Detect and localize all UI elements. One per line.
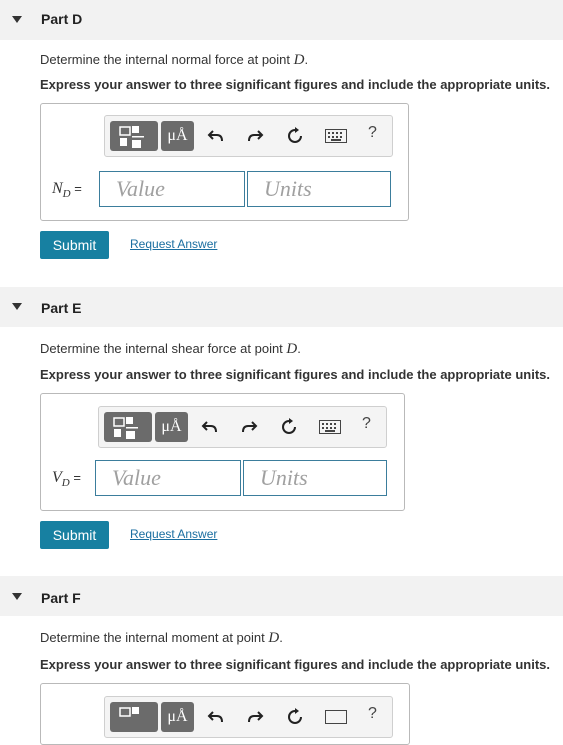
value-input[interactable]: Value (95, 460, 241, 496)
variable-label: ND = (52, 180, 82, 200)
units-icon: μÅ (167, 127, 188, 144)
units-button[interactable]: μÅ (155, 412, 188, 442)
collapse-caret-icon[interactable] (12, 303, 22, 310)
question-end: . (279, 630, 283, 645)
question-label: Determine the internal moment at point (40, 630, 269, 645)
keyboard-icon[interactable] (325, 129, 347, 143)
equals-sign: = (70, 181, 82, 196)
math-toolbar: μÅ ? (104, 696, 393, 738)
collapse-caret-icon[interactable] (12, 16, 22, 23)
redo-icon[interactable] (246, 127, 264, 145)
reset-icon[interactable] (286, 708, 304, 726)
variable-subscript: D (61, 477, 70, 490)
templates-button[interactable] (110, 702, 158, 732)
variable-label: VD = (52, 469, 81, 489)
answer-box: μÅ ? ND = Value Units (40, 103, 409, 221)
question-variable: D (293, 52, 305, 68)
variable-subscript: D (62, 188, 71, 201)
templates-button[interactable] (110, 121, 158, 151)
help-icon[interactable]: ? (368, 124, 377, 142)
undo-icon[interactable] (207, 127, 225, 145)
templates-icon (119, 126, 144, 148)
instruction-text: Express your answer to three significant… (40, 657, 550, 672)
part-d-header[interactable]: Part D (0, 0, 563, 40)
answer-box: μÅ ? (40, 683, 410, 745)
question-end: . (304, 52, 309, 67)
submit-button[interactable]: Submit (40, 231, 109, 259)
templates-icon (113, 417, 138, 439)
undo-icon[interactable] (201, 418, 219, 436)
help-icon[interactable]: ? (362, 415, 371, 433)
question-label: Determine the internal normal force at p… (40, 52, 294, 67)
instruction-text: Express your answer to three significant… (40, 77, 550, 92)
variable-symbol: N (52, 180, 63, 197)
math-toolbar: μÅ ? (98, 406, 387, 448)
question-label: Determine the internal shear force at po… (40, 341, 287, 356)
templates-icon (119, 707, 139, 717)
units-icon: μÅ (161, 418, 182, 435)
request-answer-link[interactable]: Request Answer (130, 237, 217, 251)
part-f-header[interactable]: Part F (0, 576, 563, 616)
undo-icon[interactable] (207, 708, 225, 726)
templates-button[interactable] (104, 412, 152, 442)
answer-box: μÅ ? VD = Value Units (40, 393, 405, 511)
part-title: Part D (41, 11, 83, 27)
units-input[interactable]: Units (243, 460, 387, 496)
keyboard-icon[interactable] (319, 420, 341, 434)
question-text: Determine the internal normal force at p… (40, 52, 308, 69)
submit-button[interactable]: Submit (40, 521, 109, 549)
value-input[interactable]: Value (99, 171, 245, 207)
keyboard-icon[interactable] (325, 710, 347, 724)
units-button[interactable]: μÅ (161, 121, 194, 151)
question-variable: D (268, 630, 280, 646)
units-icon: μÅ (167, 708, 188, 725)
question-variable: D (286, 341, 298, 357)
question-text: Determine the internal moment at point D… (40, 630, 283, 647)
redo-icon[interactable] (246, 708, 264, 726)
equals-sign: = (69, 470, 81, 485)
units-input[interactable]: Units (247, 171, 391, 207)
help-icon[interactable]: ? (368, 705, 377, 723)
question-end: . (297, 341, 301, 356)
variable-symbol: V (52, 469, 62, 486)
reset-icon[interactable] (286, 127, 304, 145)
units-button[interactable]: μÅ (161, 702, 194, 732)
question-text: Determine the internal shear force at po… (40, 341, 301, 358)
reset-icon[interactable] (280, 418, 298, 436)
instruction-text: Express your answer to three significant… (40, 367, 550, 382)
redo-icon[interactable] (240, 418, 258, 436)
part-e-header[interactable]: Part E (0, 287, 563, 327)
collapse-caret-icon[interactable] (12, 593, 22, 600)
part-title: Part E (41, 300, 82, 316)
math-toolbar: μÅ ? (104, 115, 393, 157)
part-title: Part F (41, 590, 81, 606)
request-answer-link[interactable]: Request Answer (130, 527, 217, 541)
